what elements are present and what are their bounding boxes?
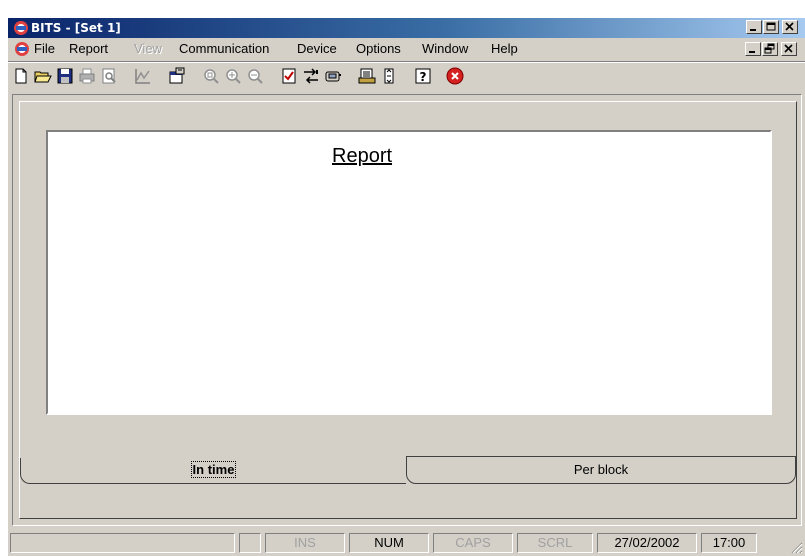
status-time: 17:00 [701, 533, 757, 553]
app-logo-icon [14, 21, 28, 35]
open-icon [34, 71, 52, 83]
tab-in-time-label: In time [190, 461, 237, 478]
print-icon [79, 68, 95, 84]
window-title: BITS - [Set 1] [31, 21, 121, 35]
save-icon [57, 68, 73, 84]
chart-button[interactable] [132, 65, 154, 87]
status-date: 27/02/2002 [597, 533, 697, 553]
maximize-button[interactable] [763, 20, 779, 34]
zoom-in-icon [226, 69, 241, 84]
child-close-button[interactable] [781, 42, 797, 56]
status-ins: INS [265, 533, 345, 553]
tab-per-block-label: Per block [573, 462, 629, 477]
print-preview-icon [102, 68, 116, 84]
minimize-icon [750, 29, 756, 31]
child-minimize-button[interactable] [745, 42, 761, 56]
zoom-fit-button[interactable] [200, 65, 222, 87]
status-blank-pane [239, 533, 261, 553]
report-document-window: Report In time Per block [19, 101, 797, 519]
save-button[interactable] [54, 65, 76, 87]
tab-per-block[interactable]: Per block [406, 456, 796, 484]
menu-device[interactable]: Device [297, 41, 337, 57]
document-system-menu-icon[interactable] [14, 41, 30, 57]
menu-report[interactable]: Report [69, 41, 108, 57]
scroll-icon [384, 68, 394, 84]
chart-icon [135, 69, 150, 84]
help-button[interactable]: ? [412, 65, 434, 87]
checklist-button[interactable] [278, 65, 300, 87]
device-icon [325, 71, 341, 82]
title-bar[interactable]: BITS - [Set 1] [8, 18, 805, 38]
transfer-icon [304, 68, 318, 84]
zoom-out-icon [248, 69, 263, 84]
menu-communication[interactable]: Communication [179, 41, 269, 57]
menu-file[interactable]: File [34, 41, 55, 57]
transfer-button[interactable] [300, 65, 322, 87]
status-num: NUM [349, 533, 429, 553]
report-panel: Report [46, 130, 772, 415]
new-button[interactable] [10, 65, 32, 87]
report-list-button[interactable] [356, 65, 378, 87]
menu-bar: File Report View Communication Device Op… [8, 39, 805, 59]
status-bar: INS NUM CAPS SCRL 27/02/2002 17:00 [8, 530, 805, 556]
resize-grip-icon[interactable] [791, 542, 803, 554]
report-title[interactable]: Report [332, 144, 392, 168]
menu-view[interactable]: View [134, 41, 162, 57]
properties-icon [169, 67, 185, 84]
status-caps: CAPS [433, 533, 513, 553]
zoom-in-button[interactable] [222, 65, 244, 87]
minimize-button[interactable] [746, 20, 762, 34]
minimize-icon [749, 51, 755, 53]
properties-button[interactable] [166, 65, 188, 87]
exit-button[interactable] [444, 65, 466, 87]
toolbar: ? [8, 61, 805, 92]
menu-options[interactable]: Options [356, 41, 401, 57]
open-button[interactable] [32, 65, 54, 87]
close-red-icon [446, 67, 464, 85]
menu-window[interactable]: Window [422, 41, 468, 57]
zoom-fit-icon [204, 69, 219, 84]
close-icon [784, 44, 793, 53]
restore-icon [764, 43, 775, 54]
status-message-pane [10, 533, 235, 553]
help-icon: ? [415, 68, 431, 84]
new-icon [15, 68, 27, 84]
scroll-button[interactable] [378, 65, 400, 87]
print-button[interactable] [76, 65, 98, 87]
device-button[interactable] [322, 65, 344, 87]
child-restore-button[interactable] [762, 42, 778, 56]
close-icon [785, 22, 794, 31]
maximize-icon [766, 22, 776, 31]
svg-text:?: ? [420, 70, 427, 84]
report-list-icon [358, 68, 376, 84]
tab-in-time[interactable]: In time [20, 458, 406, 484]
app-window: BITS - [Set 1] File Report View Communic… [7, 17, 805, 556]
close-button[interactable] [782, 20, 798, 34]
checklist-icon [282, 68, 296, 84]
menu-help[interactable]: Help [491, 41, 518, 57]
mdi-client-area: Report In time Per block [12, 94, 802, 526]
print-preview-button[interactable] [98, 65, 120, 87]
status-scrl: SCRL [517, 533, 593, 553]
zoom-out-button[interactable] [244, 65, 266, 87]
